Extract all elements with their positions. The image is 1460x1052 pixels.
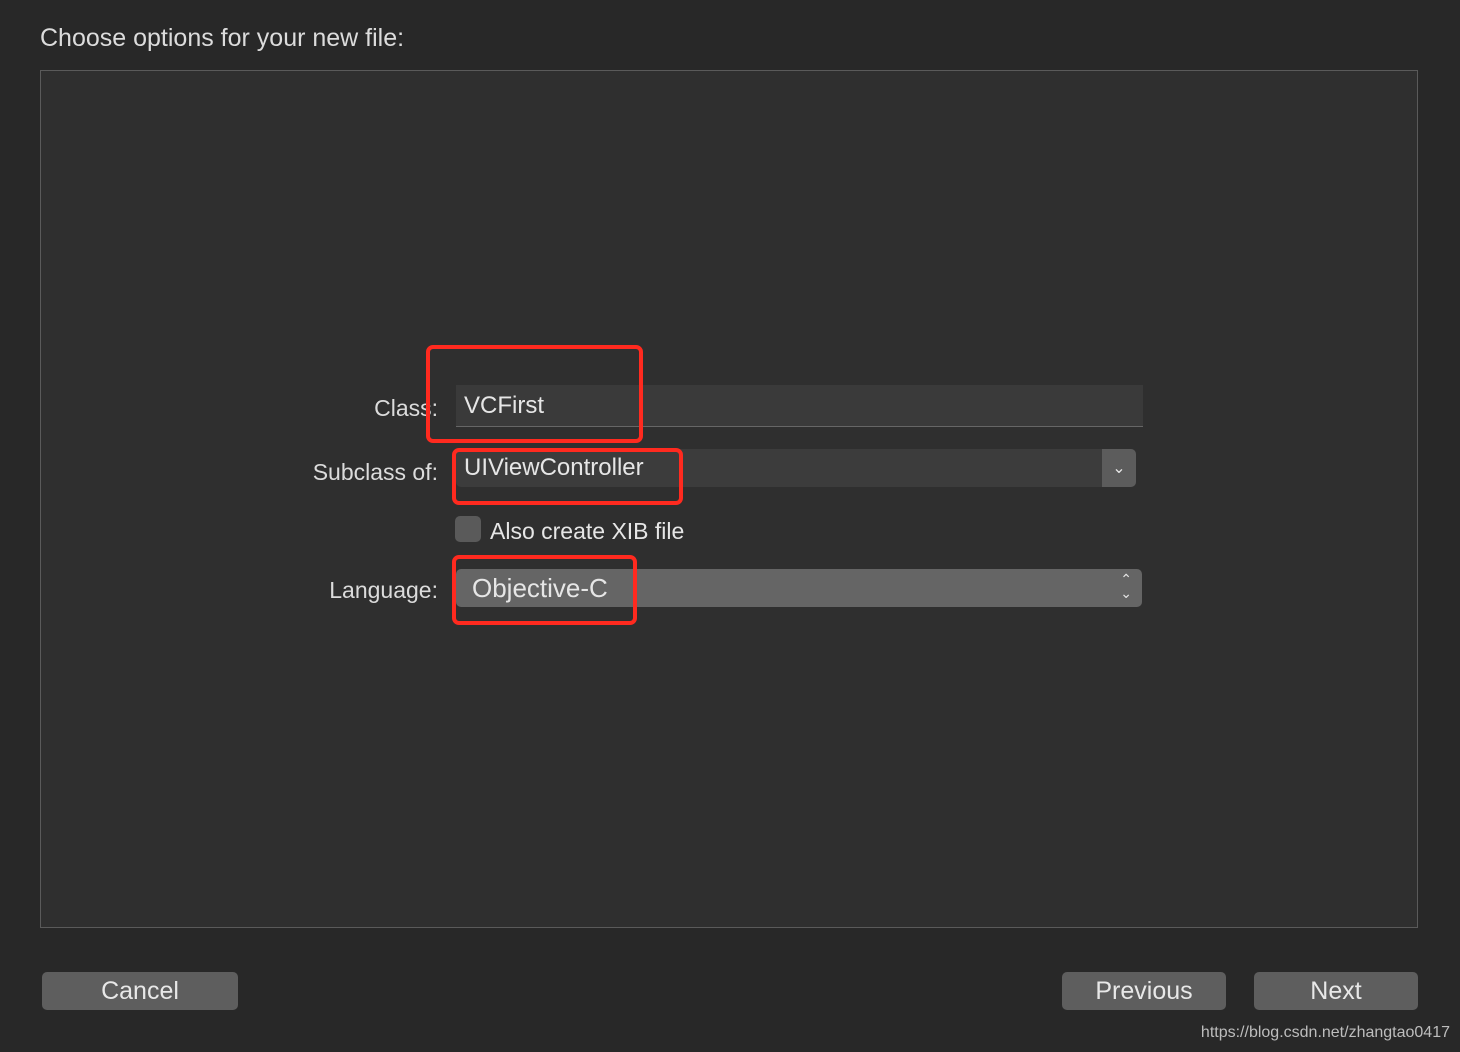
class-label: Class: bbox=[374, 395, 438, 421]
highlight-box-class bbox=[426, 345, 643, 443]
dialog-title: Choose options for your new file: bbox=[40, 24, 405, 52]
previous-button[interactable]: Previous bbox=[1062, 972, 1226, 1010]
next-button[interactable]: Next bbox=[1254, 972, 1418, 1010]
options-panel bbox=[40, 70, 1418, 928]
highlight-box-language bbox=[452, 555, 637, 625]
xib-checkbox[interactable] bbox=[455, 516, 481, 542]
up-down-chevron-icon: ⌃ ⌄ bbox=[1120, 571, 1132, 601]
watermark: https://blog.csdn.net/zhangtao0417 bbox=[1200, 1024, 1450, 1041]
xib-label: Also create XIB file bbox=[490, 518, 685, 544]
highlight-box-subclass bbox=[452, 448, 683, 505]
chevron-down-icon[interactable]: ⌄ bbox=[1102, 449, 1136, 487]
cancel-button[interactable]: Cancel bbox=[42, 972, 238, 1010]
subclass-label: Subclass of: bbox=[312, 459, 438, 485]
language-label: Language: bbox=[329, 577, 438, 603]
